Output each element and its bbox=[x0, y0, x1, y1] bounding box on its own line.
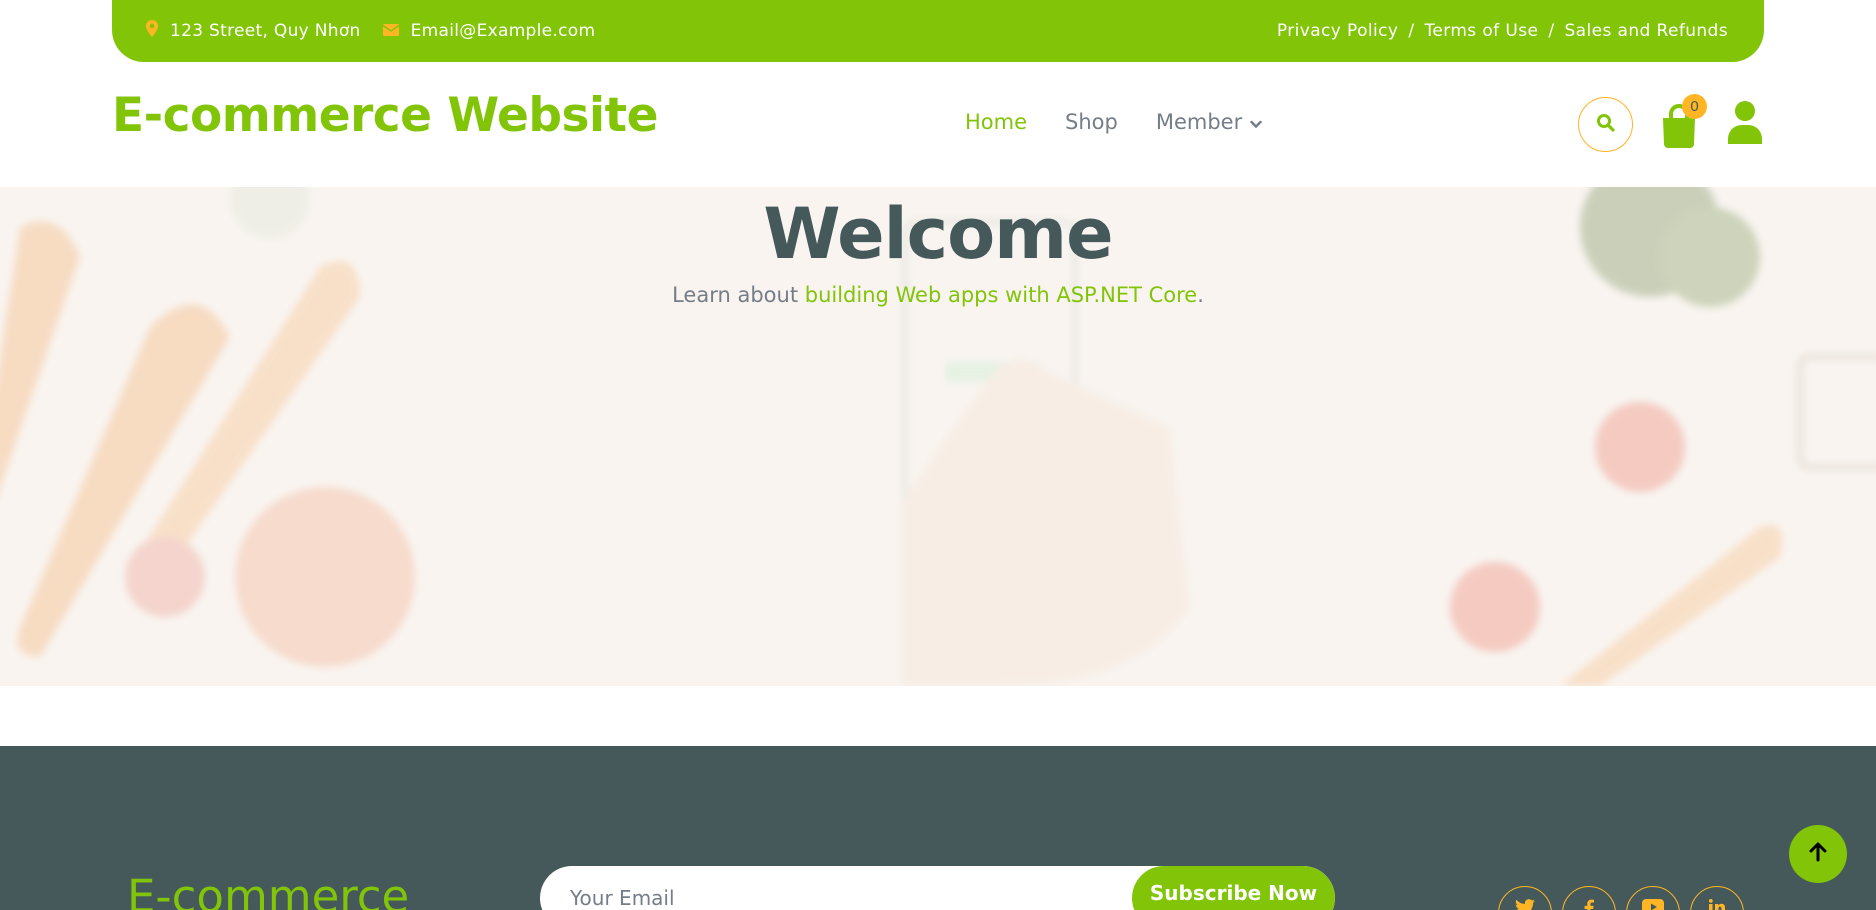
terms-of-use-link[interactable]: Terms of Use bbox=[1425, 21, 1539, 41]
link-separator: / bbox=[1408, 21, 1415, 41]
facebook-link[interactable] bbox=[1562, 886, 1616, 910]
site-footer: E-commerce Subscribe Now bbox=[0, 746, 1876, 910]
address-item: 123 Street, Quy Nhơn bbox=[146, 20, 361, 42]
nav-home[interactable]: Home bbox=[965, 110, 1027, 134]
topbar-links: Privacy Policy / Terms of Use / Sales an… bbox=[1277, 21, 1728, 41]
search-icon bbox=[1596, 113, 1616, 137]
hero-section: Welcome Learn about building Web apps wi… bbox=[0, 187, 1876, 686]
user-icon bbox=[1726, 101, 1764, 148]
sales-refunds-link[interactable]: Sales and Refunds bbox=[1564, 21, 1728, 41]
hero-lead-prefix: Learn about bbox=[672, 283, 805, 307]
envelope-icon bbox=[382, 21, 400, 41]
linkedin-link[interactable] bbox=[1690, 886, 1744, 910]
topbar: 123 Street, Quy Nhơn Email@Example.com P… bbox=[112, 0, 1764, 62]
social-links bbox=[1498, 886, 1744, 910]
user-account-button[interactable] bbox=[1726, 100, 1764, 144]
chevron-down-icon bbox=[1250, 110, 1262, 134]
nav-home-label: Home bbox=[965, 110, 1028, 134]
youtube-icon bbox=[1642, 899, 1664, 910]
nav-member-label: Member bbox=[1155, 110, 1243, 134]
main-nav: Home Shop Member bbox=[965, 110, 1262, 134]
nav-shop[interactable]: Shop bbox=[1065, 110, 1118, 134]
address-text: 123 Street, Quy Nhơn bbox=[170, 21, 361, 41]
twitter-icon bbox=[1515, 899, 1535, 910]
site-logo[interactable]: E-commerce Website bbox=[112, 88, 658, 143]
map-marker-icon bbox=[146, 20, 158, 42]
hero-lead-suffix: . bbox=[1197, 283, 1204, 307]
email-text[interactable]: Email@Example.com bbox=[411, 21, 596, 41]
cart-button[interactable]: 0 bbox=[1660, 94, 1707, 148]
cart-count-badge: 0 bbox=[1682, 94, 1707, 119]
nav-shop-label: Shop bbox=[1065, 110, 1118, 134]
aspnet-docs-link[interactable]: building Web apps with ASP.NET Core bbox=[805, 283, 1197, 307]
hero-title: Welcome bbox=[763, 193, 1113, 275]
arrow-up-icon bbox=[1809, 842, 1827, 866]
twitter-link[interactable] bbox=[1498, 886, 1552, 910]
topbar-contact-info: 123 Street, Quy Nhơn Email@Example.com bbox=[146, 20, 595, 42]
back-to-top-button[interactable] bbox=[1789, 825, 1847, 883]
email-item[interactable]: Email@Example.com bbox=[382, 21, 596, 41]
hero-lead: Learn about building Web apps with ASP.N… bbox=[0, 283, 1876, 307]
footer-logo[interactable]: E-commerce bbox=[127, 870, 409, 910]
facebook-icon bbox=[1584, 899, 1594, 910]
youtube-link[interactable] bbox=[1626, 886, 1680, 910]
privacy-policy-link[interactable]: Privacy Policy bbox=[1277, 21, 1398, 41]
linkedin-icon bbox=[1708, 899, 1725, 910]
newsletter-form: Subscribe Now bbox=[540, 866, 1335, 910]
subscribe-button[interactable]: Subscribe Now bbox=[1132, 866, 1335, 910]
nav-member-dropdown[interactable]: Member bbox=[1156, 110, 1262, 134]
link-separator: / bbox=[1548, 21, 1555, 41]
newsletter-email-input[interactable] bbox=[540, 866, 1140, 910]
main-header: E-commerce Website Home Shop Member 0 bbox=[0, 62, 1876, 187]
search-button[interactable] bbox=[1578, 97, 1633, 152]
